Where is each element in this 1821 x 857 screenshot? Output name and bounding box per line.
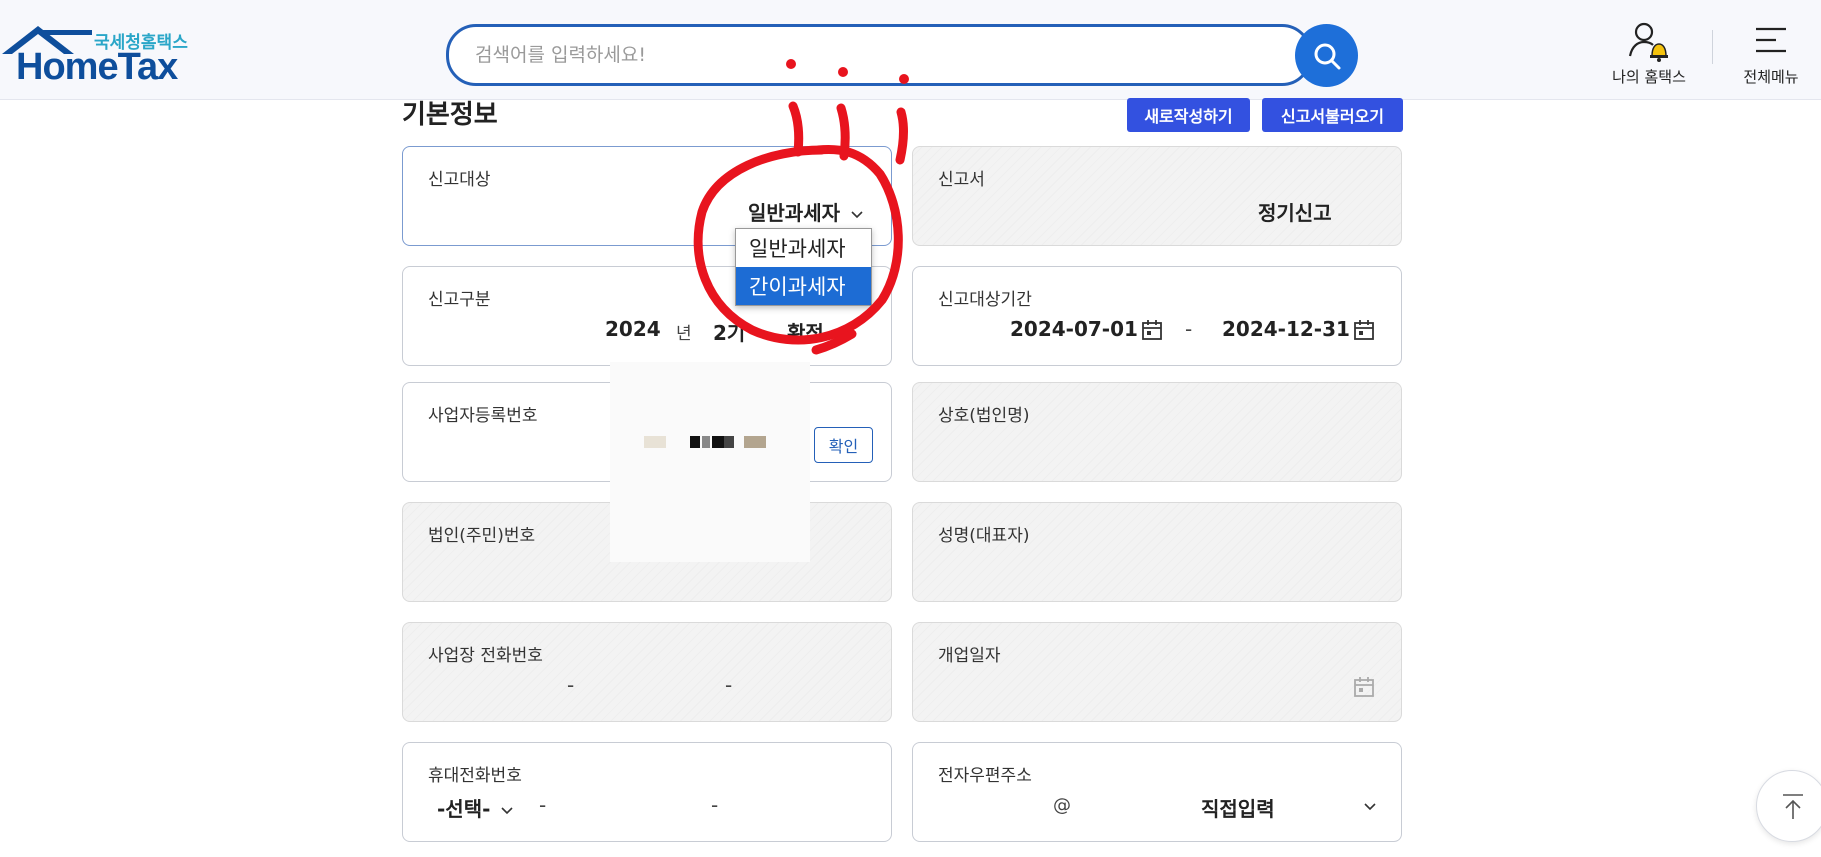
mobile-label: 휴대전화번호 xyxy=(428,766,522,786)
red-annotation-overlay xyxy=(693,59,909,355)
dropdown-option-general[interactable]: 일반과세자 xyxy=(736,229,871,267)
calendar-icon[interactable] xyxy=(1353,676,1375,698)
open-date-label: 개업일자 xyxy=(938,646,1001,666)
dropdown-option-simplified[interactable]: 간이과세자 xyxy=(736,267,871,305)
mobile-sep1: - xyxy=(539,793,547,817)
search-button[interactable] xyxy=(1295,24,1358,87)
brn-confirm-button[interactable]: 확인 xyxy=(814,427,873,463)
my-hometax-label: 나의 홈택스 xyxy=(1612,68,1686,86)
my-hometax-button[interactable]: 나의 홈택스 xyxy=(1600,22,1698,88)
company-name-card: 상호(법인명) xyxy=(912,382,1402,482)
logo-title: HomeTax xyxy=(16,46,178,88)
period-end-value[interactable]: 2024-12-31 xyxy=(1222,317,1350,341)
scroll-to-top-button[interactable] xyxy=(1756,770,1821,842)
report-form-card: 신고서 정기신고 xyxy=(912,146,1402,246)
report-target-label: 신고대상 xyxy=(428,170,491,190)
report-year-unit: 년 xyxy=(676,324,692,344)
biz-phone-card: 사업장 전화번호 - - xyxy=(402,622,892,722)
email-card: 전자우편주소 @ 직접입력 xyxy=(912,742,1402,842)
open-date-card: 개업일자 xyxy=(912,622,1402,722)
period-start-value[interactable]: 2024-07-01 xyxy=(1010,317,1138,341)
mobile-carrier-value: -선택- xyxy=(437,797,491,821)
rep-name-label: 성명(대표자) xyxy=(938,526,1030,546)
period-separator: - xyxy=(1185,317,1193,341)
biz-phone-label: 사업장 전화번호 xyxy=(428,646,543,666)
rep-name-card: 성명(대표자) xyxy=(912,502,1402,602)
hometax-logo[interactable]: 국세청홈택스 HomeTax xyxy=(0,24,200,88)
report-form-value: 정기신고 xyxy=(1258,201,1332,225)
calendar-icon[interactable] xyxy=(1353,319,1375,341)
brn-label: 사업자등록번호 xyxy=(428,406,538,426)
redacted-area xyxy=(610,362,810,562)
header-divider xyxy=(1712,30,1713,64)
biz-phone-sep2: - xyxy=(725,673,733,697)
chevron-down-icon xyxy=(851,210,863,218)
email-label: 전자우편주소 xyxy=(938,766,1032,786)
report-target-value: 일반과세자 xyxy=(748,201,840,225)
all-menu-label: 전체메뉴 xyxy=(1743,68,1799,86)
corp-id-label: 법인(주민)번호 xyxy=(428,526,536,546)
arrow-up-icon xyxy=(1783,794,1803,819)
load-report-button[interactable]: 신고서불러오기 xyxy=(1262,98,1403,132)
section-title: 기본정보 xyxy=(402,100,498,130)
chevron-down-icon[interactable] xyxy=(1364,803,1376,811)
user-bell-icon xyxy=(1628,22,1668,62)
report-form-label: 신고서 xyxy=(938,170,985,190)
report-category-label: 신고구분 xyxy=(428,290,491,310)
chevron-down-icon xyxy=(501,806,513,814)
biz-phone-sep1: - xyxy=(567,673,575,697)
search-input[interactable] xyxy=(475,41,1175,69)
email-domain-select[interactable]: 직접입력 xyxy=(1201,793,1275,822)
mobile-sep2: - xyxy=(711,793,719,817)
report-type-value[interactable]: 확정 xyxy=(787,317,824,346)
report-period-card: 신고대상기간 2024-07-01 - 2024-12-31 xyxy=(912,266,1402,366)
report-target-dropdown[interactable]: 일반과세자 간이과세자 xyxy=(735,228,872,306)
report-period-value[interactable]: 2기 xyxy=(713,317,745,346)
hamburger-icon xyxy=(1756,27,1786,53)
search-icon xyxy=(1314,43,1341,70)
report-period-label: 신고대상기간 xyxy=(938,290,1032,310)
report-year-value[interactable]: 2024 xyxy=(605,317,661,341)
company-name-label: 상호(법인명) xyxy=(938,406,1030,426)
search-box xyxy=(446,24,1312,86)
new-write-button[interactable]: 새로작성하기 xyxy=(1127,98,1250,132)
mobile-card: 휴대전화번호 -선택- - - xyxy=(402,742,892,842)
mobile-carrier-select[interactable]: -선택- xyxy=(437,793,513,822)
calendar-icon[interactable] xyxy=(1141,319,1163,341)
site-header: 국세청홈택스 HomeTax 나의 홈택스 전체메뉴 xyxy=(0,0,1821,100)
email-at: @ xyxy=(1053,795,1071,816)
all-menu-button[interactable]: 전체메뉴 xyxy=(1728,22,1814,88)
report-target-select[interactable]: 일반과세자 xyxy=(748,197,863,226)
